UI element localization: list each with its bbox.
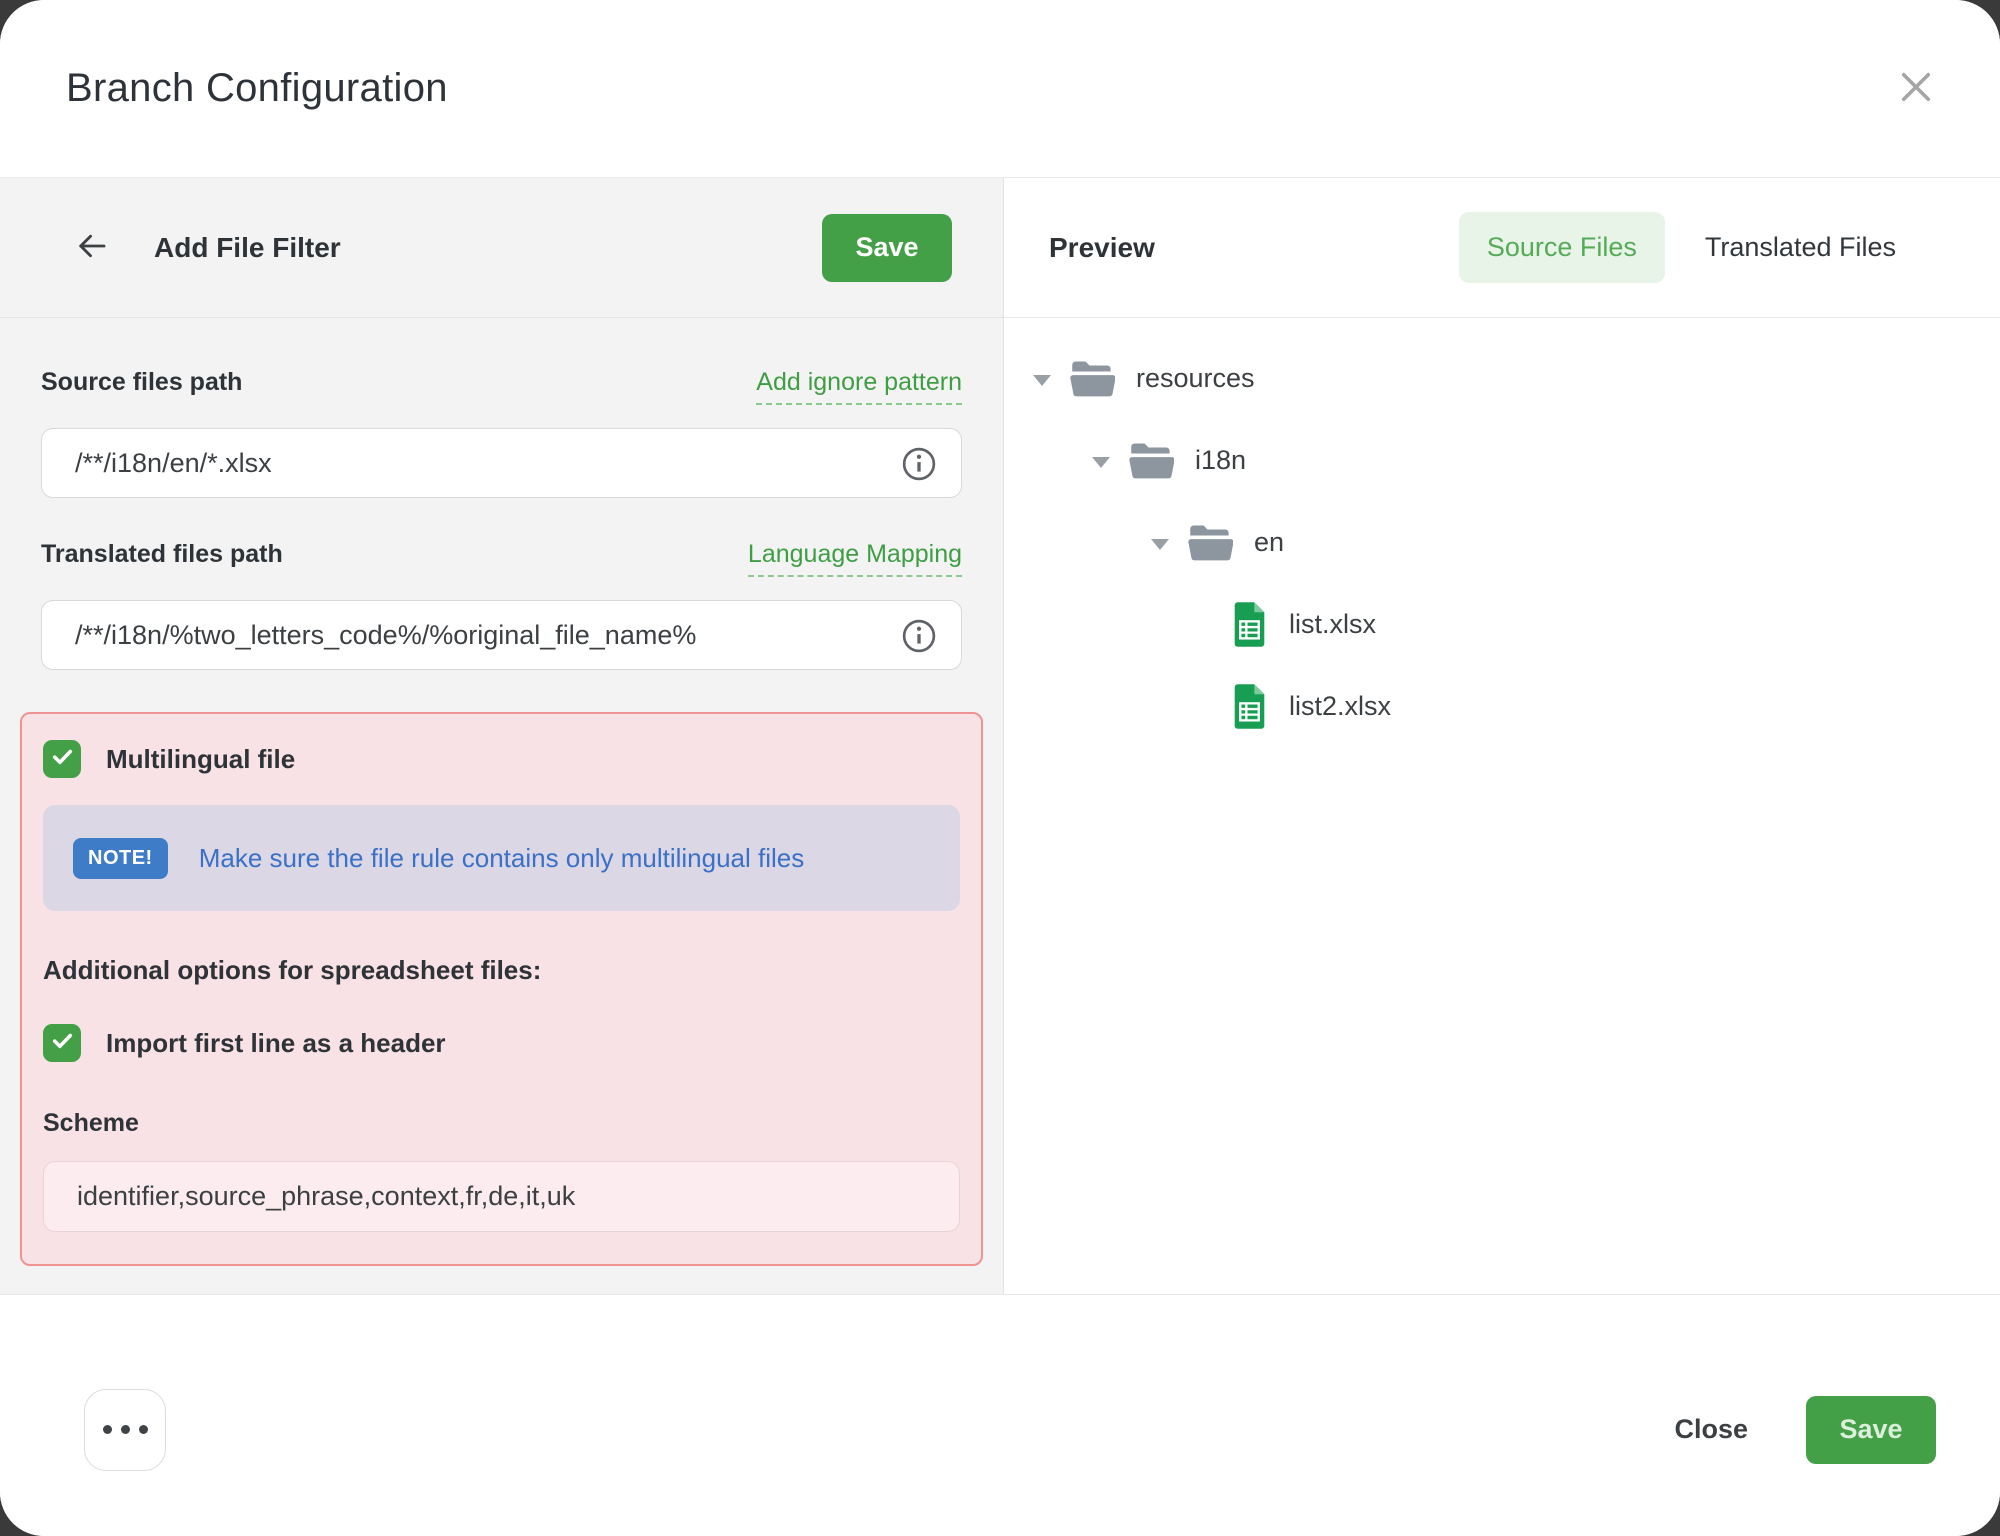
- file-filter-panel: Add File Filter Save Source files path A…: [0, 178, 1004, 1294]
- preview-title: Preview: [1049, 232, 1155, 264]
- close-button[interactable]: Close: [1674, 1414, 1748, 1445]
- folder-icon: [1187, 523, 1233, 561]
- file-tree: resources i18n en: [1004, 318, 2000, 755]
- tree-item-label: list2.xlsx: [1289, 691, 1391, 722]
- scheme-input[interactable]: [43, 1161, 960, 1232]
- translated-files-path-label: Translated files path: [41, 540, 283, 569]
- chevron-down-icon: [1033, 375, 1051, 386]
- caret-slot[interactable]: [1089, 453, 1113, 468]
- more-options-button[interactable]: [84, 1389, 166, 1471]
- modal-titlebar: Branch Configuration: [0, 0, 2000, 178]
- tree-item-label: list.xlsx: [1289, 609, 1376, 640]
- tree-file-row[interactable]: list2.xlsx: [1030, 673, 2000, 739]
- tree-folder-row[interactable]: i18n: [1030, 427, 2000, 493]
- multilingual-note: NOTE! Make sure the file rule contains o…: [43, 805, 960, 911]
- ellipsis-icon: [103, 1425, 148, 1434]
- modal-save-button[interactable]: Save: [1806, 1396, 1936, 1464]
- import-first-line-checkbox[interactable]: [43, 1024, 81, 1062]
- import-first-line-label: Import first line as a header: [106, 1028, 446, 1059]
- translated-files-path-input[interactable]: [41, 600, 962, 670]
- file-filter-title: Add File Filter: [154, 232, 341, 264]
- tree-item-label: en: [1254, 527, 1284, 558]
- source-files-path-input[interactable]: [41, 428, 962, 498]
- info-icon[interactable]: [900, 617, 938, 660]
- tab-source-files[interactable]: Source Files: [1459, 212, 1665, 283]
- close-modal-button[interactable]: [1890, 62, 1942, 114]
- back-arrow-icon: [74, 228, 110, 267]
- modal-footer: Close Save: [0, 1294, 2000, 1536]
- preview-header: Preview Source Files Translated Files: [1004, 178, 2000, 318]
- multilingual-file-checkbox[interactable]: [43, 740, 81, 778]
- language-mapping-link[interactable]: Language Mapping: [748, 540, 962, 577]
- chevron-down-icon: [1151, 539, 1169, 550]
- chevron-down-icon: [1092, 457, 1110, 468]
- caret-slot[interactable]: [1148, 535, 1172, 550]
- file-filter-form: Source files path Add ignore pattern Tr: [0, 318, 1003, 1266]
- back-button[interactable]: [74, 228, 110, 267]
- close-icon: [1895, 66, 1937, 111]
- checkmark-icon: [50, 1028, 75, 1058]
- folder-icon: [1128, 441, 1174, 479]
- file-filter-header: Add File Filter Save: [0, 178, 1003, 318]
- caret-slot[interactable]: [1030, 371, 1054, 386]
- tree-file-row[interactable]: list.xlsx: [1030, 591, 2000, 657]
- tree-folder-row[interactable]: resources: [1030, 345, 2000, 411]
- tree-folder-row[interactable]: en: [1030, 509, 2000, 575]
- multilingual-file-label: Multilingual file: [106, 744, 295, 775]
- add-ignore-pattern-link[interactable]: Add ignore pattern: [756, 368, 962, 405]
- note-text: Make sure the file rule contains only mu…: [199, 843, 805, 874]
- checkmark-icon: [50, 744, 75, 774]
- scheme-label: Scheme: [43, 1109, 960, 1138]
- note-badge: NOTE!: [73, 838, 168, 879]
- spreadsheet-file-icon: [1231, 602, 1268, 647]
- multilingual-options-section: Multilingual file NOTE! Make sure the fi…: [20, 712, 983, 1266]
- tree-item-label: resources: [1136, 363, 1255, 394]
- branch-configuration-modal: Branch Configuration Add File: [0, 0, 2000, 1536]
- preview-panel: Preview Source Files Translated Files re…: [1004, 178, 2000, 1294]
- spreadsheet-file-icon: [1231, 684, 1268, 729]
- modal-title: Branch Configuration: [66, 66, 448, 111]
- tree-item-label: i18n: [1195, 445, 1246, 476]
- folder-icon: [1069, 359, 1115, 397]
- spreadsheet-options-heading: Additional options for spreadsheet files…: [43, 955, 960, 986]
- modal-body: Add File Filter Save Source files path A…: [0, 178, 2000, 1294]
- source-files-path-label: Source files path: [41, 368, 242, 397]
- info-icon[interactable]: [900, 445, 938, 488]
- preview-tabs: Source Files Translated Files: [1459, 212, 1924, 283]
- tab-translated-files[interactable]: Translated Files: [1677, 212, 1924, 283]
- filter-save-button[interactable]: Save: [822, 214, 952, 282]
